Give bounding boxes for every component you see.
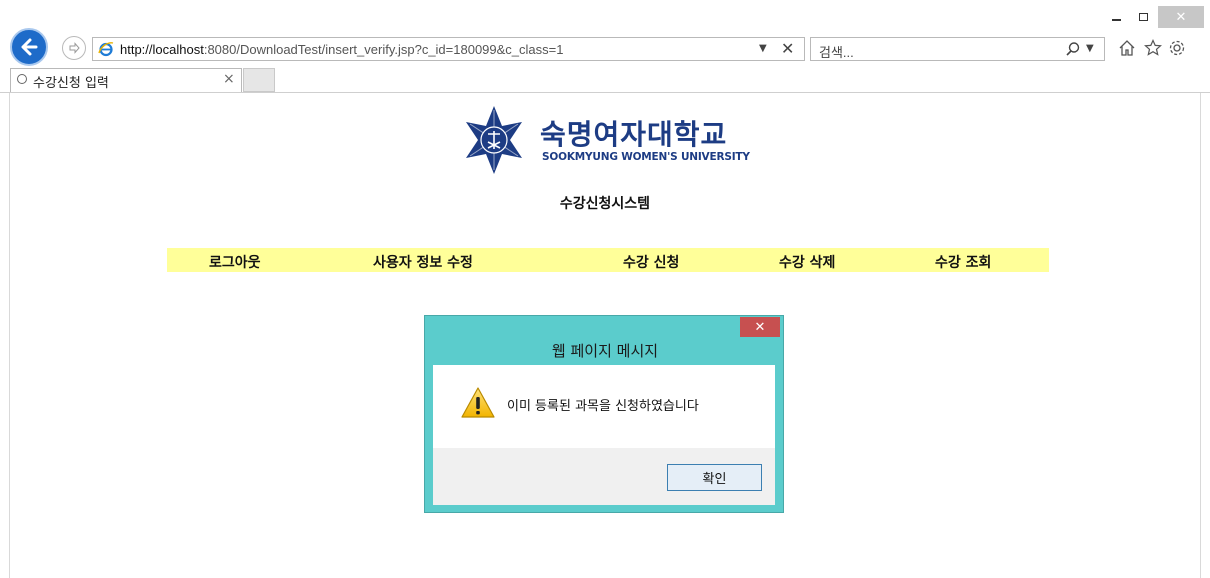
window-titlebar: [0, 0, 1210, 36]
window-close-button[interactable]: ✕: [1158, 6, 1204, 28]
search-icon[interactable]: [1065, 41, 1081, 57]
tab-active[interactable]: 수강신청 입력 ×: [10, 68, 242, 92]
menu-view-courses-link[interactable]: 수강 조회: [935, 252, 991, 272]
arrow-left-icon: [21, 38, 38, 56]
loading-icon: [17, 74, 27, 84]
dialog-title: 웹 페이지 메시지: [551, 342, 659, 360]
logo-korean-text: 숙명여자대학교: [540, 118, 728, 151]
alert-dialog: 웹 페이지 메시지 ✕ 이미 등록된 과목을 신청하였습니다 확인: [424, 315, 784, 513]
ok-button[interactable]: 확인: [667, 464, 762, 491]
search-box[interactable]: 검색... ▼: [810, 37, 1105, 61]
address-bar[interactable]: http://localhost:8080/DownloadTest/inser…: [92, 37, 805, 61]
dialog-footer: 확인: [433, 448, 775, 505]
url-host: http://localhost: [120, 42, 204, 57]
dialog-body: 이미 등록된 과목을 신청하였습니다: [433, 365, 775, 448]
close-icon: ✕: [1175, 9, 1187, 25]
menu-enroll-link[interactable]: 수강 신청: [623, 252, 679, 272]
home-icon[interactable]: [1117, 38, 1137, 58]
minimize-icon: [1111, 19, 1121, 21]
search-input[interactable]: 검색...: [819, 42, 854, 61]
minimize-button[interactable]: [1103, 6, 1129, 28]
maximize-button[interactable]: [1130, 6, 1156, 28]
gear-icon[interactable]: [1167, 38, 1187, 58]
favorites-star-icon[interactable]: [1143, 38, 1163, 58]
main-menu: 로그아웃 사용자 정보 수정 수강 신청 수강 삭제 수강 조회: [167, 248, 1049, 272]
tab-close-button[interactable]: ×: [223, 71, 235, 87]
back-button[interactable]: [10, 28, 48, 66]
url-path: :8080/DownloadTest/insert_verify.jsp?c_i…: [203, 42, 564, 57]
close-icon: ✕: [754, 319, 766, 335]
dialog-message: 이미 등록된 과목을 신청하였습니다: [507, 399, 699, 414]
menu-logout-link[interactable]: 로그아웃: [209, 252, 261, 272]
warning-icon: [461, 387, 495, 418]
maximize-icon: [1138, 13, 1148, 21]
university-emblem-icon: [466, 106, 522, 174]
university-logo: 숙명여자대학교 SOOKMYUNG WOMEN'S UNIVERSITY: [458, 104, 758, 176]
dialog-close-button[interactable]: ✕: [740, 317, 780, 337]
ie-logo-icon: [98, 42, 114, 57]
forward-button[interactable]: [62, 36, 86, 60]
logo-english-text: SOOKMYUNG WOMEN'S UNIVERSITY: [542, 151, 750, 163]
arrow-right-icon: [69, 42, 80, 54]
menu-delete-course-link[interactable]: 수강 삭제: [779, 252, 835, 272]
page-title: 수강신청시스템: [559, 196, 651, 212]
new-tab-button[interactable]: [243, 68, 275, 92]
url-text: http://localhost:8080/DownloadTest/inser…: [120, 42, 563, 57]
dropdown-arrow-icon[interactable]: ▼: [759, 43, 767, 54]
tab-title: 수강신청 입력: [33, 76, 109, 91]
menu-edit-profile-link[interactable]: 사용자 정보 수정: [373, 252, 473, 272]
search-dropdown-icon[interactable]: ▼: [1086, 43, 1094, 54]
stop-button[interactable]: ✕: [781, 39, 794, 58]
